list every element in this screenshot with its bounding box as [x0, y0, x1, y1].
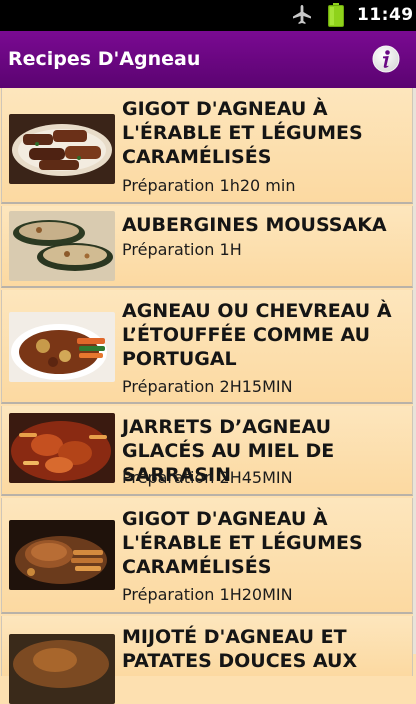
status-bar: 11:49: [0, 0, 416, 31]
info-icon[interactable]: [372, 45, 400, 73]
recipe-prep-time: Préparation 1H: [122, 240, 242, 259]
status-time: 11:49: [357, 5, 414, 25]
recipe-row[interactable]: AUBERGINES MOUSSAKA Préparation 1H: [1, 206, 413, 288]
recipe-thumbnail: [9, 413, 115, 483]
recipe-thumbnail: [9, 312, 115, 382]
recipe-name: AGNEAU OU CHEVREAU À L’ÉTOUFFÉE COMME AU…: [122, 300, 392, 370]
recipe-prep-time: Préparation 1h20 min: [122, 176, 296, 195]
recipe-row[interactable]: GIGOT D'AGNEAU À L'ÉRABLE ET LÉGUMES CAR…: [1, 88, 413, 204]
recipe-prep-time: Préparation 1H20MIN: [122, 585, 293, 604]
airplane-mode-icon: [293, 5, 311, 24]
recipe-thumbnail: [9, 520, 115, 590]
recipe-name: GIGOT D'AGNEAU À L'ÉRABLE ET LÉGUMES CAR…: [122, 98, 363, 168]
recipe-name: GIGOT D'AGNEAU À L'ÉRABLE ET LÉGUMES CAR…: [122, 508, 363, 578]
recipe-thumbnail: [9, 634, 115, 704]
recipe-row[interactable]: MIJOTÉ D'AGNEAU ET PATATES DOUCES AUX: [1, 616, 413, 704]
recipe-row[interactable]: JARRETS D’AGNEAU GLACÉS AU MIEL DE SARRA…: [1, 406, 413, 496]
battery-icon: [328, 3, 344, 27]
recipe-name: MIJOTÉ D'AGNEAU ET PATATES DOUCES AUX: [122, 626, 358, 672]
recipe-prep-time: Préparation 2H45MIN: [122, 468, 293, 487]
app-title: Recipes D'Agneau: [8, 48, 201, 70]
recipe-row[interactable]: AGNEAU OU CHEVREAU À L’ÉTOUFFÉE COMME AU…: [1, 290, 413, 404]
recipe-thumbnail: [9, 211, 115, 281]
app-bar: Recipes D'Agneau: [0, 31, 416, 88]
recipe-thumbnail: [9, 114, 115, 184]
recipe-prep-time: Préparation 2H15MIN: [122, 377, 293, 396]
recipe-name: AUBERGINES MOUSSAKA: [122, 214, 387, 236]
recipe-row[interactable]: GIGOT D'AGNEAU À L'ÉRABLE ET LÉGUMES CAR…: [1, 498, 413, 614]
